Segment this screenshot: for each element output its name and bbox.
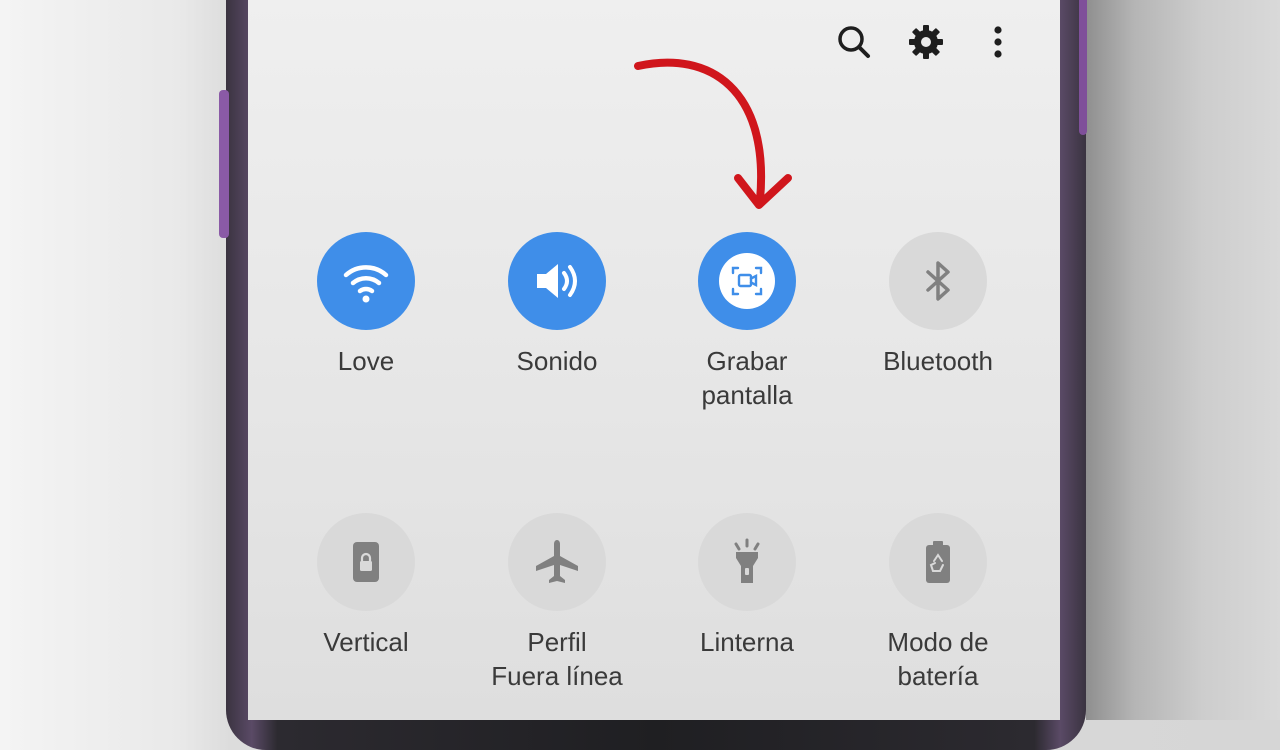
- tile-sound-label: Sonido: [516, 346, 598, 376]
- more-vertical-icon[interactable]: [976, 20, 1020, 64]
- tile-bluetooth-label: Bluetooth: [883, 346, 993, 376]
- tile-bluetooth[interactable]: Bluetooth: [848, 232, 1028, 378]
- tile-flashlight-toggle[interactable]: [698, 513, 796, 611]
- battery-saver-icon: [926, 541, 950, 583]
- tile-airplane-label: Perfil Fuera línea: [491, 627, 623, 691]
- gear-icon[interactable]: [904, 20, 948, 64]
- tile-flashlight-label: Linterna: [700, 627, 794, 657]
- tile-bluetooth-toggle[interactable]: [889, 232, 987, 330]
- phone-side-button-right: [1079, 0, 1087, 135]
- background-right: [1086, 0, 1280, 720]
- flashlight-icon: [734, 538, 760, 583]
- phone-side-button: [219, 90, 229, 238]
- tile-battery-mode-label: Modo de batería: [887, 627, 989, 691]
- tile-screen-record-label: Grabar pantalla: [701, 346, 793, 410]
- tile-wifi-toggle[interactable]: [317, 232, 415, 330]
- tile-battery-mode-toggle[interactable]: [889, 513, 987, 611]
- tile-airplane-toggle[interactable]: [508, 513, 606, 611]
- airplane-icon: [536, 540, 578, 583]
- annotation-arrow: [634, 58, 792, 209]
- quick-panel-toolbar: [832, 20, 1020, 64]
- tile-airplane[interactable]: Perfil Fuera línea: [467, 513, 647, 693]
- tile-sound-toggle[interactable]: [508, 232, 606, 330]
- tile-battery-mode[interactable]: Modo de batería: [848, 513, 1028, 693]
- tile-screen-record-toggle[interactable]: [698, 232, 796, 330]
- search-icon[interactable]: [832, 20, 876, 64]
- tile-orientation-label: Vertical: [323, 627, 409, 657]
- tile-orientation[interactable]: Vertical: [276, 513, 456, 659]
- tile-wifi-label: Love: [337, 346, 395, 376]
- wifi-icon: [343, 265, 389, 303]
- tile-wifi[interactable]: Love: [276, 232, 456, 378]
- portrait-lock-icon: [353, 542, 379, 582]
- volume-icon: [537, 264, 577, 298]
- tile-flashlight[interactable]: Linterna: [657, 513, 837, 659]
- screen-record-icon: [719, 253, 775, 309]
- tile-sound[interactable]: Sonido: [467, 232, 647, 378]
- tile-screen-record[interactable]: Grabar pantalla: [657, 232, 837, 412]
- bluetooth-icon: [926, 261, 950, 301]
- tile-orientation-toggle[interactable]: [317, 513, 415, 611]
